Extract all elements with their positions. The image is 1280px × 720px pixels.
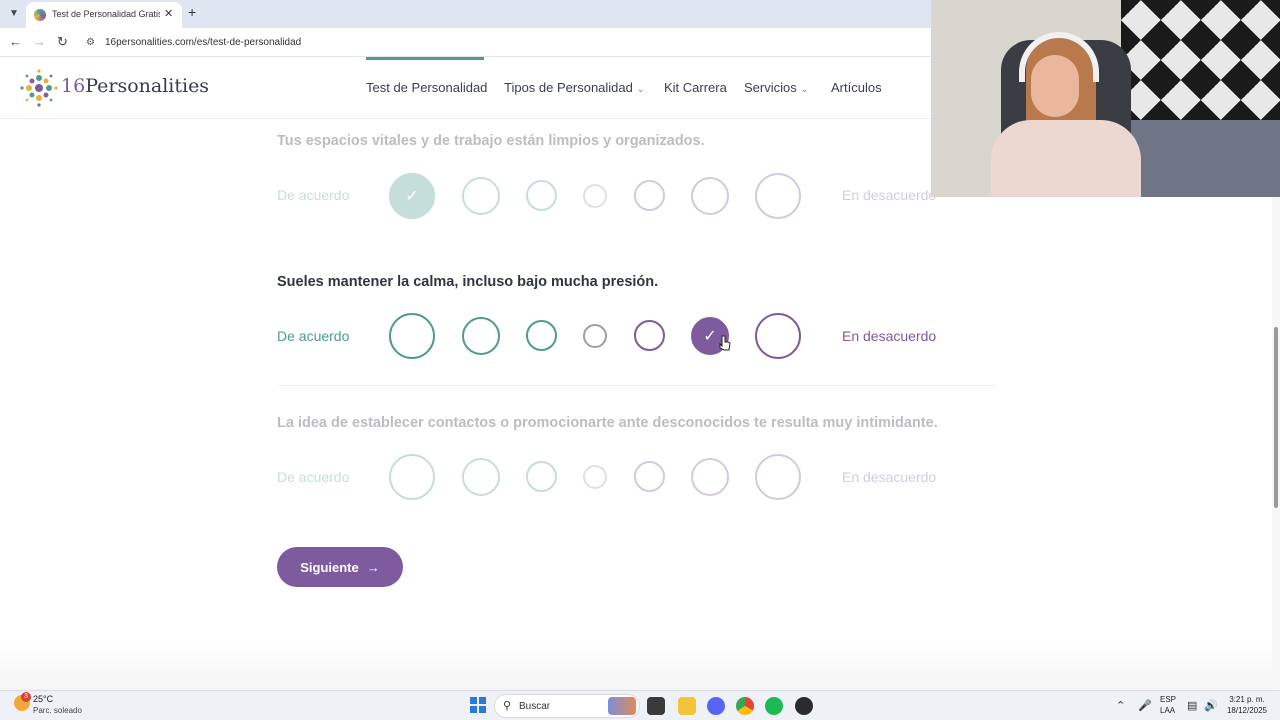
search-icon: ⚲ <box>503 700 512 712</box>
clock-time[interactable]: 3:21 p. m. <box>1224 695 1270 704</box>
nav-articles[interactable]: Artículos <box>831 80 882 95</box>
new-tab-plus-icon[interactable]: + <box>188 4 196 20</box>
tray-chevron-up-icon[interactable]: ⌃ <box>1116 699 1125 712</box>
logo-wordmark[interactable]: 16Personalities <box>61 75 209 97</box>
agree-label: De acuerdo <box>277 469 350 485</box>
webcam-overlay <box>931 0 1280 197</box>
answer-option-2[interactable] <box>462 317 500 355</box>
language-code[interactable]: ESP <box>1160 695 1176 704</box>
obs-icon[interactable] <box>795 697 813 715</box>
answer-option-6[interactable] <box>691 458 729 496</box>
answer-option-1[interactable]: ✓ <box>389 173 435 219</box>
microphone-icon[interactable]: 🎤 <box>1138 699 1152 712</box>
disagree-label: En desacuerdo <box>842 328 937 344</box>
answer-option-5[interactable] <box>634 461 665 492</box>
question-text: Tus espacios vitales y de trabajo están … <box>277 133 705 149</box>
chevron-down-icon: ⌄ <box>800 84 809 94</box>
page-footer-edge <box>0 640 1280 690</box>
weather-badge: 3 <box>21 692 31 702</box>
site-favicon-icon <box>34 9 46 21</box>
question-text: Sueles mantener la calma, incluso bajo m… <box>277 274 659 290</box>
search-label: Buscar <box>519 701 551 712</box>
answer-option-3[interactable] <box>526 461 557 492</box>
webcam-person-body <box>991 120 1141 197</box>
site-info-icon[interactable]: ⚙ <box>86 37 95 48</box>
nav-test[interactable]: Test de Personalidad <box>366 80 487 95</box>
agree-label: De acuerdo <box>277 328 350 344</box>
file-explorer-icon[interactable] <box>678 697 696 715</box>
tab-list-chevron-icon[interactable]: ▼ <box>6 6 22 22</box>
browser-tab[interactable]: Test de Personalidad Gratis | 16 ✕ <box>26 2 182 28</box>
language-layout[interactable]: LAA <box>1160 706 1175 715</box>
search-highlight-icon[interactable] <box>608 697 636 715</box>
weather-temperature[interactable]: 25°C <box>33 694 53 704</box>
question-text: La idea de establecer contactos o promoc… <box>277 415 938 431</box>
mouse-cursor-icon <box>719 335 731 351</box>
weather-description[interactable]: Parc. soleado <box>33 706 82 715</box>
clock-date[interactable]: 18/12/2025 <box>1224 706 1270 715</box>
answer-option-6[interactable] <box>691 177 729 215</box>
arrow-right-icon: → <box>366 559 380 575</box>
answer-option-2[interactable] <box>462 458 500 496</box>
answer-option-7[interactable] <box>755 454 801 500</box>
network-icon[interactable]: ▤ <box>1187 699 1197 712</box>
nav-career-kit[interactable]: Kit Carrera <box>664 80 727 95</box>
volume-icon[interactable]: 🔊 <box>1204 699 1218 712</box>
nav-types[interactable]: Tipos de Personalidad ⌄ <box>504 80 644 95</box>
answer-option-3[interactable] <box>526 180 557 211</box>
chevron-down-icon: ⌄ <box>636 84 645 94</box>
url-field[interactable]: 16personalities.com/es/test-de-personali… <box>105 37 301 48</box>
windows-taskbar: 3 25°C Parc. soleado ⚲ Buscar ⌃ 🎤 ESP LA… <box>0 690 1280 720</box>
disagree-label: En desacuerdo <box>842 187 937 203</box>
reload-icon[interactable]: ↻ <box>57 34 68 50</box>
logo-dots-icon[interactable] <box>20 69 58 107</box>
nav-services[interactable]: Servicios ⌄ <box>744 80 808 95</box>
check-icon: ✓ <box>405 188 419 205</box>
answer-option-4[interactable] <box>583 184 607 208</box>
answer-option-2[interactable] <box>462 177 500 215</box>
task-view-icon[interactable] <box>647 697 665 715</box>
answer-option-1[interactable] <box>389 313 435 359</box>
agree-label: De acuerdo <box>277 187 350 203</box>
next-button-label: Siguiente <box>300 559 359 575</box>
question-divider <box>277 385 997 386</box>
answer-option-7[interactable] <box>755 173 801 219</box>
answer-option-7[interactable] <box>755 313 801 359</box>
active-nav-indicator <box>366 57 484 60</box>
webcam-acoustic-panel <box>1121 0 1280 120</box>
tab-title: Test de Personalidad Gratis | 16 <box>52 9 160 19</box>
webcam-bed <box>1121 120 1280 197</box>
spotify-icon[interactable] <box>765 697 783 715</box>
forward-arrow-icon[interactable]: → <box>33 34 46 49</box>
scrollbar-thumb[interactable] <box>1274 327 1278 508</box>
back-arrow-icon[interactable]: ← <box>9 34 22 49</box>
discord-icon[interactable] <box>707 697 725 715</box>
answer-option-5[interactable] <box>634 320 665 351</box>
answer-option-1[interactable] <box>389 454 435 500</box>
windows-start-icon[interactable] <box>470 697 486 713</box>
answer-option-3[interactable] <box>526 320 557 351</box>
next-button[interactable]: Siguiente → <box>277 547 403 587</box>
disagree-label: En desacuerdo <box>842 469 937 485</box>
chrome-icon[interactable] <box>736 697 754 715</box>
answer-option-5[interactable] <box>634 180 665 211</box>
answer-option-4[interactable] <box>583 465 607 489</box>
close-tab-icon[interactable]: ✕ <box>164 7 173 20</box>
answer-option-4[interactable] <box>583 324 607 348</box>
